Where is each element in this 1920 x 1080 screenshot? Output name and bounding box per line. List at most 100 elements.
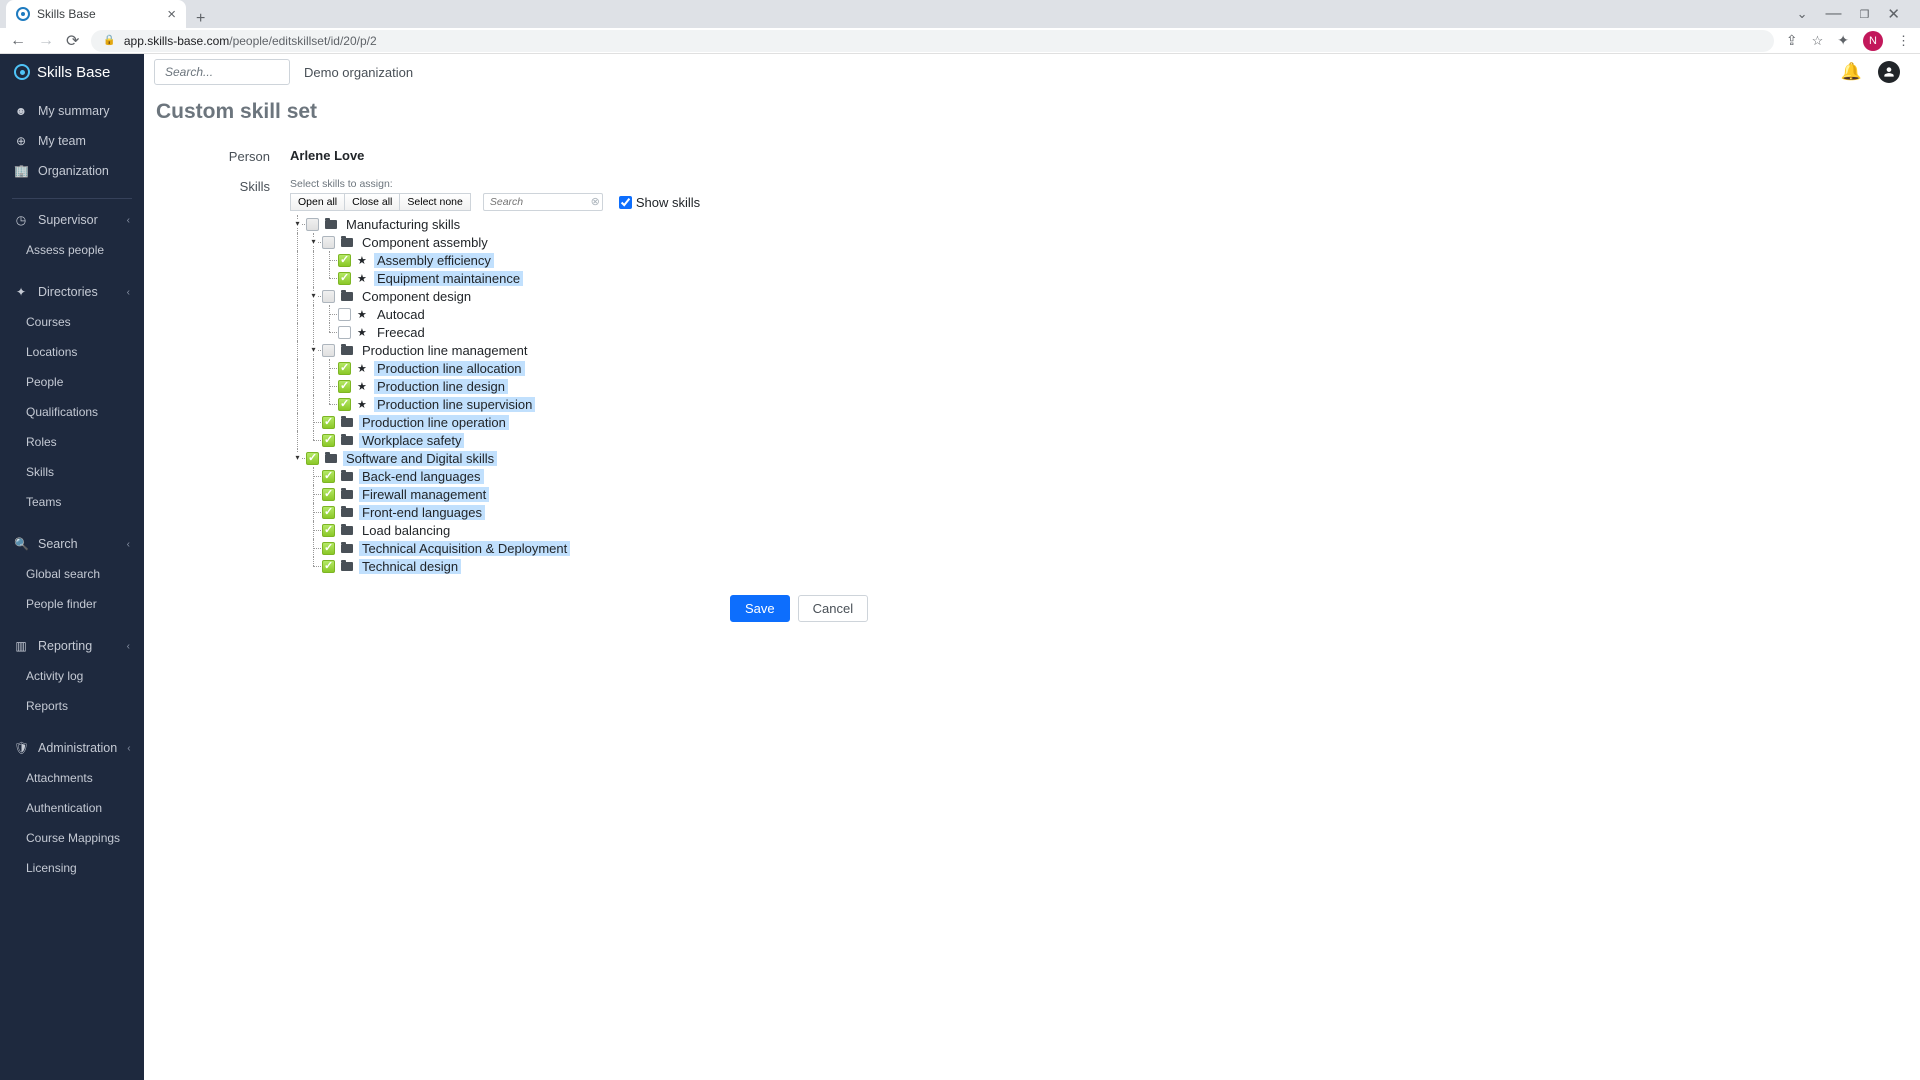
tree-node-autocad[interactable]: ★ Autocad: [290, 305, 868, 323]
checkbox[interactable]: [322, 416, 335, 429]
checkbox[interactable]: [322, 434, 335, 447]
tree-node-back-end[interactable]: Back-end languages: [290, 467, 868, 485]
sidebar-item-administration[interactable]: 🛡Administration‹: [0, 733, 144, 763]
sidebar-item-skills[interactable]: Skills: [0, 457, 144, 487]
minimize-icon[interactable]: —: [1826, 5, 1842, 23]
sidebar-item-authentication[interactable]: Authentication: [0, 793, 144, 823]
checkbox[interactable]: [338, 398, 351, 411]
close-tab-icon[interactable]: ×: [167, 6, 176, 23]
maximize-icon[interactable]: ❐: [1860, 8, 1870, 21]
sidebar-item-organization[interactable]: 🏢Organization: [0, 156, 144, 186]
share-icon[interactable]: ⇪: [1786, 32, 1798, 49]
profile-avatar[interactable]: N: [1863, 31, 1883, 51]
tree-search-input[interactable]: [483, 193, 603, 211]
back-icon[interactable]: ←: [10, 32, 26, 50]
sidebar-item-attachments[interactable]: Attachments: [0, 763, 144, 793]
chevron-down-icon[interactable]: ⌄: [1797, 6, 1808, 22]
checkbox[interactable]: [322, 290, 335, 303]
checkbox[interactable]: [322, 506, 335, 519]
sidebar-item-activity-log[interactable]: Activity log: [0, 661, 144, 691]
expand-toggle-icon[interactable]: ▾: [309, 345, 318, 354]
expand-toggle-icon[interactable]: ▾: [309, 237, 318, 246]
sidebar-item-course-mappings[interactable]: Course Mappings: [0, 823, 144, 853]
sidebar-item-qualifications[interactable]: Qualifications: [0, 397, 144, 427]
brand[interactable]: Skills Base: [0, 54, 144, 90]
tree-node-software-digital[interactable]: ▾ Software and Digital skills: [290, 449, 868, 467]
star-icon[interactable]: ☆: [1812, 33, 1824, 49]
checkbox[interactable]: [322, 542, 335, 555]
close-window-icon[interactable]: ✕: [1887, 5, 1900, 23]
sidebar-item-courses[interactable]: Courses: [0, 307, 144, 337]
sidebar-item-directories[interactable]: ✦Directories‹: [0, 277, 144, 307]
show-skills-toggle[interactable]: Show skills: [619, 195, 700, 210]
checkbox[interactable]: [338, 308, 351, 321]
tree-node-prod-operation[interactable]: Production line operation: [290, 413, 868, 431]
tree-node-firewall[interactable]: Firewall management: [290, 485, 868, 503]
sidebar-item-roles[interactable]: Roles: [0, 427, 144, 457]
star-icon: ★: [357, 362, 369, 375]
bell-icon[interactable]: 🔔: [1841, 62, 1862, 82]
new-tab-button[interactable]: +: [186, 10, 215, 28]
browser-tab[interactable]: Skills Base ×: [6, 0, 186, 28]
checkbox[interactable]: [338, 362, 351, 375]
sidebar-item-my-summary[interactable]: ☻My summary: [0, 96, 144, 126]
sidebar-item-global-search[interactable]: Global search: [0, 559, 144, 589]
tree-node-prod-design[interactable]: ★ Production line design: [290, 377, 868, 395]
checkbox[interactable]: [322, 236, 335, 249]
tree-node-workplace-safety[interactable]: Workplace safety: [290, 431, 868, 449]
tree-node-component-design[interactable]: ▾ Component design: [290, 287, 868, 305]
reload-icon[interactable]: ⟳: [66, 31, 79, 51]
tree-node-assembly-efficiency[interactable]: ★ Assembly efficiency: [290, 251, 868, 269]
sidebar-item-locations[interactable]: Locations: [0, 337, 144, 367]
checkbox[interactable]: [322, 470, 335, 483]
checkbox[interactable]: [322, 488, 335, 501]
show-skills-checkbox[interactable]: [619, 196, 632, 209]
user-menu-icon[interactable]: [1878, 61, 1900, 83]
checkbox[interactable]: [338, 326, 351, 339]
menu-icon[interactable]: ⋮: [1897, 33, 1910, 49]
tree-node-prod-supervision[interactable]: ★ Production line supervision: [290, 395, 868, 413]
sidebar-item-people[interactable]: People: [0, 367, 144, 397]
expand-toggle-icon[interactable]: ▾: [293, 453, 302, 462]
checkbox[interactable]: [338, 272, 351, 285]
select-none-button[interactable]: Select none: [400, 193, 470, 211]
url-path: /people/editskillset/id/20/p/2: [229, 34, 376, 48]
checkbox[interactable]: [306, 452, 319, 465]
cancel-button[interactable]: Cancel: [798, 595, 868, 622]
sidebar-item-search[interactable]: 🔍Search‹: [0, 529, 144, 559]
tree-node-tech-acq[interactable]: Technical Acquisition & Deployment: [290, 539, 868, 557]
tree-node-manufacturing[interactable]: ▾ Manufacturing skills: [290, 215, 868, 233]
save-button[interactable]: Save: [730, 595, 790, 622]
address-bar: ← → ⟳ 🔒 app.skills-base.com/people/edits…: [0, 28, 1920, 53]
tree-node-prod-mgmt[interactable]: ▾ Production line management: [290, 341, 868, 359]
tree-node-front-end[interactable]: Front-end languages: [290, 503, 868, 521]
checkbox[interactable]: [338, 254, 351, 267]
tree-node-equipment-maint[interactable]: ★ Equipment maintainence: [290, 269, 868, 287]
url-field[interactable]: 🔒 app.skills-base.com/people/editskillse…: [91, 30, 1773, 52]
checkbox[interactable]: [322, 524, 335, 537]
checkbox[interactable]: [306, 218, 319, 231]
tree-node-component-assembly[interactable]: ▾ Component assembly: [290, 233, 868, 251]
checkbox[interactable]: [322, 344, 335, 357]
sidebar-item-my-team[interactable]: ⊕My team: [0, 126, 144, 156]
sidebar-item-reports[interactable]: Reports: [0, 691, 144, 721]
sidebar-item-people-finder[interactable]: People finder: [0, 589, 144, 619]
extensions-icon[interactable]: ✦: [1837, 32, 1849, 49]
checkbox[interactable]: [322, 560, 335, 573]
clear-search-icon[interactable]: ⊗: [591, 195, 600, 208]
open-all-button[interactable]: Open all: [290, 193, 345, 211]
expand-toggle-icon[interactable]: ▾: [309, 291, 318, 300]
tree-node-prod-alloc[interactable]: ★ Production line allocation: [290, 359, 868, 377]
sidebar-item-assess-people[interactable]: Assess people: [0, 235, 144, 265]
global-search-input[interactable]: Search...: [154, 59, 290, 85]
expand-toggle-icon[interactable]: ▾: [293, 219, 302, 228]
tree-node-tech-design[interactable]: Technical design: [290, 557, 868, 575]
tree-node-load-balancing[interactable]: Load balancing: [290, 521, 868, 539]
sidebar-item-teams[interactable]: Teams: [0, 487, 144, 517]
checkbox[interactable]: [338, 380, 351, 393]
sidebar-item-reporting[interactable]: ▥Reporting‹: [0, 631, 144, 661]
tree-node-freecad[interactable]: ★ Freecad: [290, 323, 868, 341]
close-all-button[interactable]: Close all: [345, 193, 400, 211]
sidebar-item-licensing[interactable]: Licensing: [0, 853, 144, 883]
sidebar-item-supervisor[interactable]: ◷Supervisor‹: [0, 205, 144, 235]
